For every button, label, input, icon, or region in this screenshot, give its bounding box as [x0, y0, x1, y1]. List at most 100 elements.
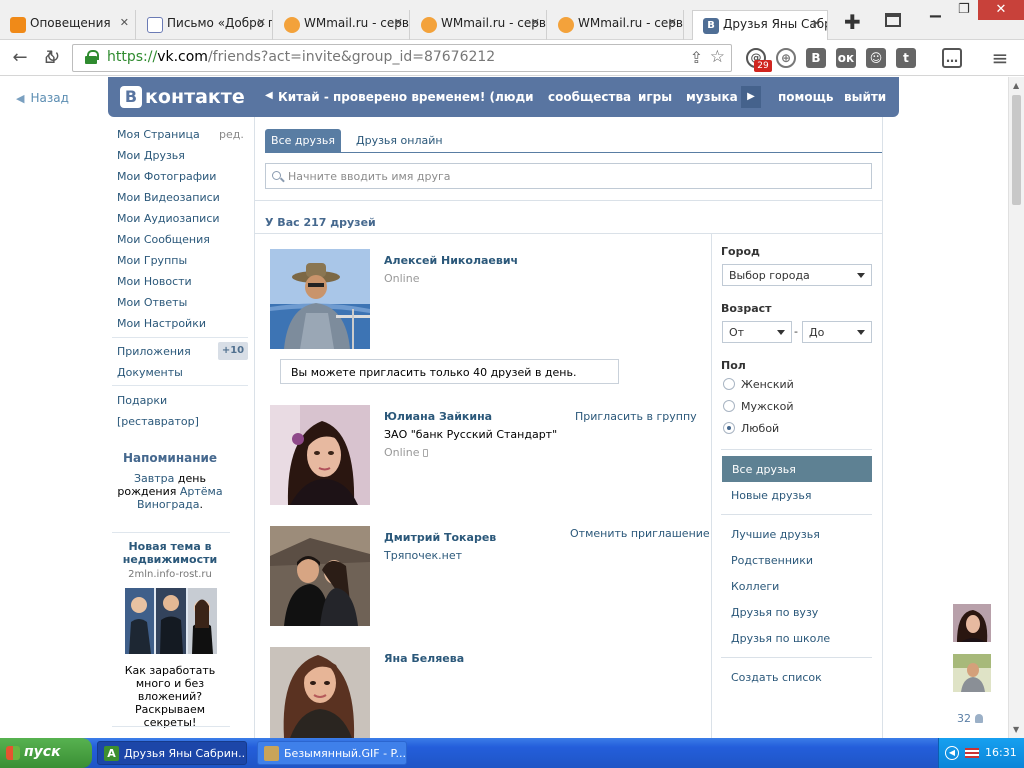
friend-workplace[interactable]: Тряпочек.нет [384, 549, 462, 562]
chat-icon[interactable]: … [942, 48, 962, 68]
header-link-music[interactable]: музыка [686, 90, 738, 104]
language-flag-icon[interactable] [965, 748, 979, 758]
chevron-left-icon[interactable]: ◀ [945, 746, 959, 760]
close-icon[interactable]: ✕ [531, 16, 540, 29]
header-link-logout[interactable]: выйти [844, 90, 886, 104]
taskbar-item-browser[interactable]: A Друзья Яны Сабрин... [97, 741, 247, 765]
browser-tab[interactable]: Оповещения ✕ [0, 10, 136, 40]
nav-my-news[interactable]: Мои Новости [117, 275, 192, 288]
online-friend-avatar[interactable] [953, 604, 991, 642]
header-link-people[interactable]: люди [495, 90, 534, 104]
tab-list-icon[interactable] [885, 13, 901, 27]
category-university[interactable]: Друзья по вузу [731, 606, 818, 619]
nav-restorer[interactable]: [реставратор] [117, 415, 199, 428]
cancel-invite-link[interactable]: Отменить приглашение [570, 527, 710, 540]
header-link-communities[interactable]: сообщества [548, 90, 631, 104]
close-icon[interactable]: ✕ [257, 16, 266, 29]
friend-photo[interactable] [270, 526, 370, 626]
category-relatives[interactable]: Родственники [731, 554, 813, 567]
browser-tab[interactable]: WMmail.ru - серв ✕ [411, 10, 547, 40]
maximize-icon[interactable]: ❐ [958, 2, 970, 17]
close-icon[interactable]: ✕ [394, 16, 403, 29]
back-arrow-icon[interactable]: ← [8, 46, 32, 70]
ad-text[interactable]: Как заработать много и без вложений? Рас… [112, 664, 228, 729]
scroll-down-icon[interactable]: ▼ [1013, 725, 1019, 734]
browser-tab[interactable]: Письмо «Добро п ✕ [137, 10, 273, 40]
nav-my-messages[interactable]: Мои Сообщения [117, 233, 210, 246]
apps-count-badge[interactable]: +10 [218, 342, 248, 360]
scroll-up-icon[interactable]: ▲ [1013, 81, 1019, 90]
back-link[interactable]: ◀ Назад [16, 91, 69, 105]
radio-female[interactable] [723, 378, 735, 390]
friend-name[interactable]: Алексей Николаевич [384, 254, 518, 267]
close-icon[interactable]: ✕ [812, 17, 821, 30]
tab-friends-online[interactable]: Друзья онлайн [356, 134, 443, 147]
category-new-friends[interactable]: Новые друзья [731, 489, 811, 502]
online-friends-count[interactable]: 32 [957, 712, 983, 725]
nav-my-answers[interactable]: Мои Ответы [117, 296, 187, 309]
radio-male-label[interactable]: Мужской [741, 400, 793, 413]
ad-domain[interactable]: 2mln.info-rost.ru [112, 569, 228, 580]
window-close-icon[interactable]: ✕ [978, 0, 1024, 20]
nav-edit-link[interactable]: ред. [219, 128, 244, 141]
scroll-thumb[interactable] [1012, 95, 1021, 205]
address-bar[interactable]: ↻ https://vk.com/friends?act=invite&grou… [46, 44, 732, 72]
close-icon[interactable]: ✕ [668, 16, 677, 29]
nav-my-videos[interactable]: Мои Видеозаписи [117, 191, 220, 204]
close-icon[interactable]: ✕ [120, 16, 129, 29]
browser-tab-active[interactable]: В Друзья Яны Сабри ✕ [692, 10, 828, 40]
tab-all-friends[interactable]: Все друзья [265, 129, 341, 153]
menu-icon[interactable]: ≡ [988, 46, 1012, 70]
globe-icon[interactable]: ⊕ [776, 48, 796, 68]
friend-name[interactable]: Яна Беляева [384, 652, 464, 665]
minimize-icon[interactable]: ▁ [930, 2, 941, 18]
nav-apps[interactable]: Приложения [117, 345, 191, 358]
invite-to-group-link[interactable]: Пригласить в группу [575, 410, 697, 423]
nav-my-audio[interactable]: Мои Аудиозаписи [117, 212, 220, 225]
header-link-help[interactable]: помощь [778, 90, 833, 104]
nav-gifts[interactable]: Подарки [117, 394, 167, 407]
nav-my-page[interactable]: Моя Страница [117, 128, 200, 141]
nav-my-groups[interactable]: Мои Группы [117, 254, 187, 267]
friend-photo[interactable] [270, 405, 370, 505]
friend-photo[interactable] [270, 249, 370, 349]
create-list-link[interactable]: Создать список [731, 671, 822, 684]
chevron-left-icon[interactable]: ◀ [265, 90, 273, 101]
age-to-select[interactable]: До [802, 321, 872, 343]
twitter-icon[interactable]: t [896, 48, 916, 68]
age-from-select[interactable]: От [722, 321, 792, 343]
radio-any-label[interactable]: Любой [741, 422, 779, 435]
taskbar-item-paint[interactable]: Безымянный.GIF - P... [257, 741, 407, 765]
online-friend-avatar[interactable] [953, 654, 991, 692]
category-all-friends[interactable]: Все друзья [722, 456, 872, 482]
friend-name[interactable]: Юлиана Зайкина [384, 410, 492, 423]
new-tab-icon[interactable]: ✚ [844, 10, 861, 34]
nav-my-photos[interactable]: Мои Фотографии [117, 170, 216, 183]
browser-tab[interactable]: WMmail.ru - серв ✕ [548, 10, 684, 40]
nav-my-friends[interactable]: Мои Друзья [117, 149, 185, 162]
ad-title[interactable]: Новая тема в недвижимости [112, 540, 228, 566]
odnoklassniki-extension-icon[interactable]: ок [836, 48, 856, 68]
vk-extension-icon[interactable]: В [806, 48, 826, 68]
nav-my-settings[interactable]: Мои Настройки [117, 317, 206, 330]
radio-female-label[interactable]: Женский [741, 378, 794, 391]
category-colleagues[interactable]: Коллеги [731, 580, 779, 593]
chevron-right-icon[interactable]: ▶ [741, 86, 761, 108]
header-link-games[interactable]: игры [638, 90, 672, 104]
city-select[interactable]: Выбор города [722, 264, 872, 286]
star-icon[interactable]: ☆ [710, 47, 725, 67]
friend-name[interactable]: Дмитрий Токарев [384, 531, 496, 544]
friend-search-input[interactable]: Начните вводить имя друга [265, 163, 872, 189]
reminder-tomorrow-link[interactable]: Завтра [134, 472, 174, 485]
vk-logo[interactable]: Вконтакте [120, 86, 245, 108]
radio-any[interactable] [723, 422, 735, 434]
browser-tab[interactable]: WMmail.ru - серв ✕ [274, 10, 410, 40]
radio-male[interactable] [723, 400, 735, 412]
friend-photo[interactable] [270, 647, 370, 738]
header-ad-link[interactable]: Китай - проверено временем! (... [278, 90, 509, 104]
category-school[interactable]: Друзья по школе [731, 632, 830, 645]
robot-icon[interactable]: ☺ [866, 48, 886, 68]
start-button[interactable]: пуск [0, 738, 92, 768]
nav-documents[interactable]: Документы [117, 366, 183, 379]
page-scrollbar[interactable]: ▲ ▼ [1008, 77, 1024, 738]
